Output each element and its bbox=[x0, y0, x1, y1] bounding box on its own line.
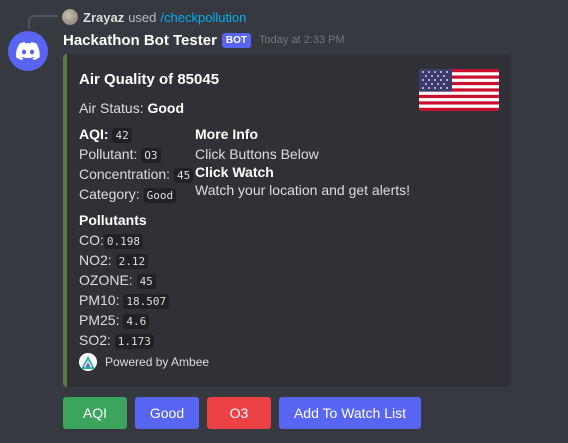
pollutant-row: OZONE: 45 bbox=[79, 271, 156, 291]
pollutant-row-value: 2.12 bbox=[115, 254, 149, 269]
air-status-line: Air Status: Good bbox=[79, 99, 184, 117]
pollutant-row-label: SO2: bbox=[79, 332, 111, 348]
embed-title: Air Quality of 85045 bbox=[79, 71, 220, 88]
status-good-button[interactable]: Good bbox=[135, 397, 199, 429]
replied-username[interactable]: Zrayaz bbox=[83, 10, 124, 25]
pollutant-row: PM10: 18.507 bbox=[79, 291, 170, 311]
pollutant-row-value: 0.198 bbox=[103, 234, 144, 249]
slash-command[interactable]: /checkpollution bbox=[160, 10, 246, 25]
pollutant-row: PM25: 4.6 bbox=[79, 311, 150, 331]
bot-badge: BOT bbox=[221, 32, 252, 48]
click-watch-text: Watch your location and get alerts! bbox=[195, 182, 411, 198]
aqi-line: AQI: 42 bbox=[79, 125, 132, 145]
pollutant-row-value: 18.507 bbox=[123, 294, 170, 309]
concentration-line: Concentration: 45 bbox=[79, 165, 194, 185]
pollutant-row-label: OZONE: bbox=[79, 272, 133, 288]
pollutant-row-value: 1.173 bbox=[114, 334, 154, 349]
aqi-label: AQI: bbox=[79, 126, 109, 142]
embed-footer: Powered by Ambee bbox=[79, 353, 209, 371]
aqi-value: 42 bbox=[112, 128, 132, 143]
add-to-watch-list-button[interactable]: Add To Watch List bbox=[279, 397, 421, 429]
reply-reference[interactable]: Zrayaz used /checkpollution bbox=[62, 8, 246, 26]
pollutant-label: Pollutant: bbox=[79, 146, 138, 162]
pollutant-row-label: NO2: bbox=[79, 252, 112, 268]
more-info-title: More Info bbox=[195, 126, 258, 142]
air-status-label: Air Status: bbox=[79, 100, 144, 116]
ambee-logo-icon bbox=[79, 353, 97, 371]
category-value: Good bbox=[143, 188, 177, 203]
discord-logo-icon bbox=[16, 42, 40, 60]
footer-text: Powered by Ambee bbox=[105, 355, 210, 369]
message-timestamp: Today at 2:33 PM bbox=[259, 34, 345, 46]
pollutant-row: NO2: 2.12 bbox=[79, 251, 149, 271]
aqi-button[interactable]: AQI bbox=[63, 397, 127, 429]
pollutant-o3-button[interactable]: O3 bbox=[207, 397, 271, 429]
category-line: Category: Good bbox=[79, 185, 177, 205]
category-label: Category: bbox=[79, 186, 140, 202]
reply-connector bbox=[28, 15, 58, 29]
us-flag-icon[interactable] bbox=[419, 69, 499, 111]
pollutants-title: Pollutants bbox=[79, 212, 147, 228]
pollutant-value: O3 bbox=[141, 148, 161, 163]
pollutant-row: CO: 0.198 bbox=[79, 231, 144, 251]
air-status-value: Good bbox=[147, 100, 185, 116]
pollutant-row-label: CO: bbox=[79, 232, 104, 248]
concentration-label: Concentration: bbox=[79, 166, 171, 182]
concentration-value: 45 bbox=[173, 168, 194, 183]
pollutant-row-label: PM25: bbox=[79, 312, 120, 328]
reply-used-text: used bbox=[128, 9, 157, 25]
bot-username[interactable]: Hackathon Bot Tester bbox=[63, 32, 217, 49]
pollutant-row-value: 45 bbox=[136, 274, 156, 289]
bot-avatar[interactable] bbox=[8, 31, 48, 71]
air-quality-embed: Air Quality of 85045 Air Status: Good AQ… bbox=[63, 54, 511, 387]
pollutant-row-value: 4.6 bbox=[123, 314, 150, 329]
click-watch-title: Click Watch bbox=[195, 164, 274, 180]
pollutant-line: Pollutant: O3 bbox=[79, 145, 161, 165]
pollutant-row-label: PM10: bbox=[79, 292, 120, 308]
pollutant-row: SO2: 1.173 bbox=[79, 331, 154, 351]
more-info-text: Click Buttons Below bbox=[195, 146, 319, 162]
replied-user-avatar[interactable] bbox=[62, 9, 78, 25]
message-header: Hackathon Bot Tester BOT Today at 2:33 P… bbox=[63, 30, 345, 50]
